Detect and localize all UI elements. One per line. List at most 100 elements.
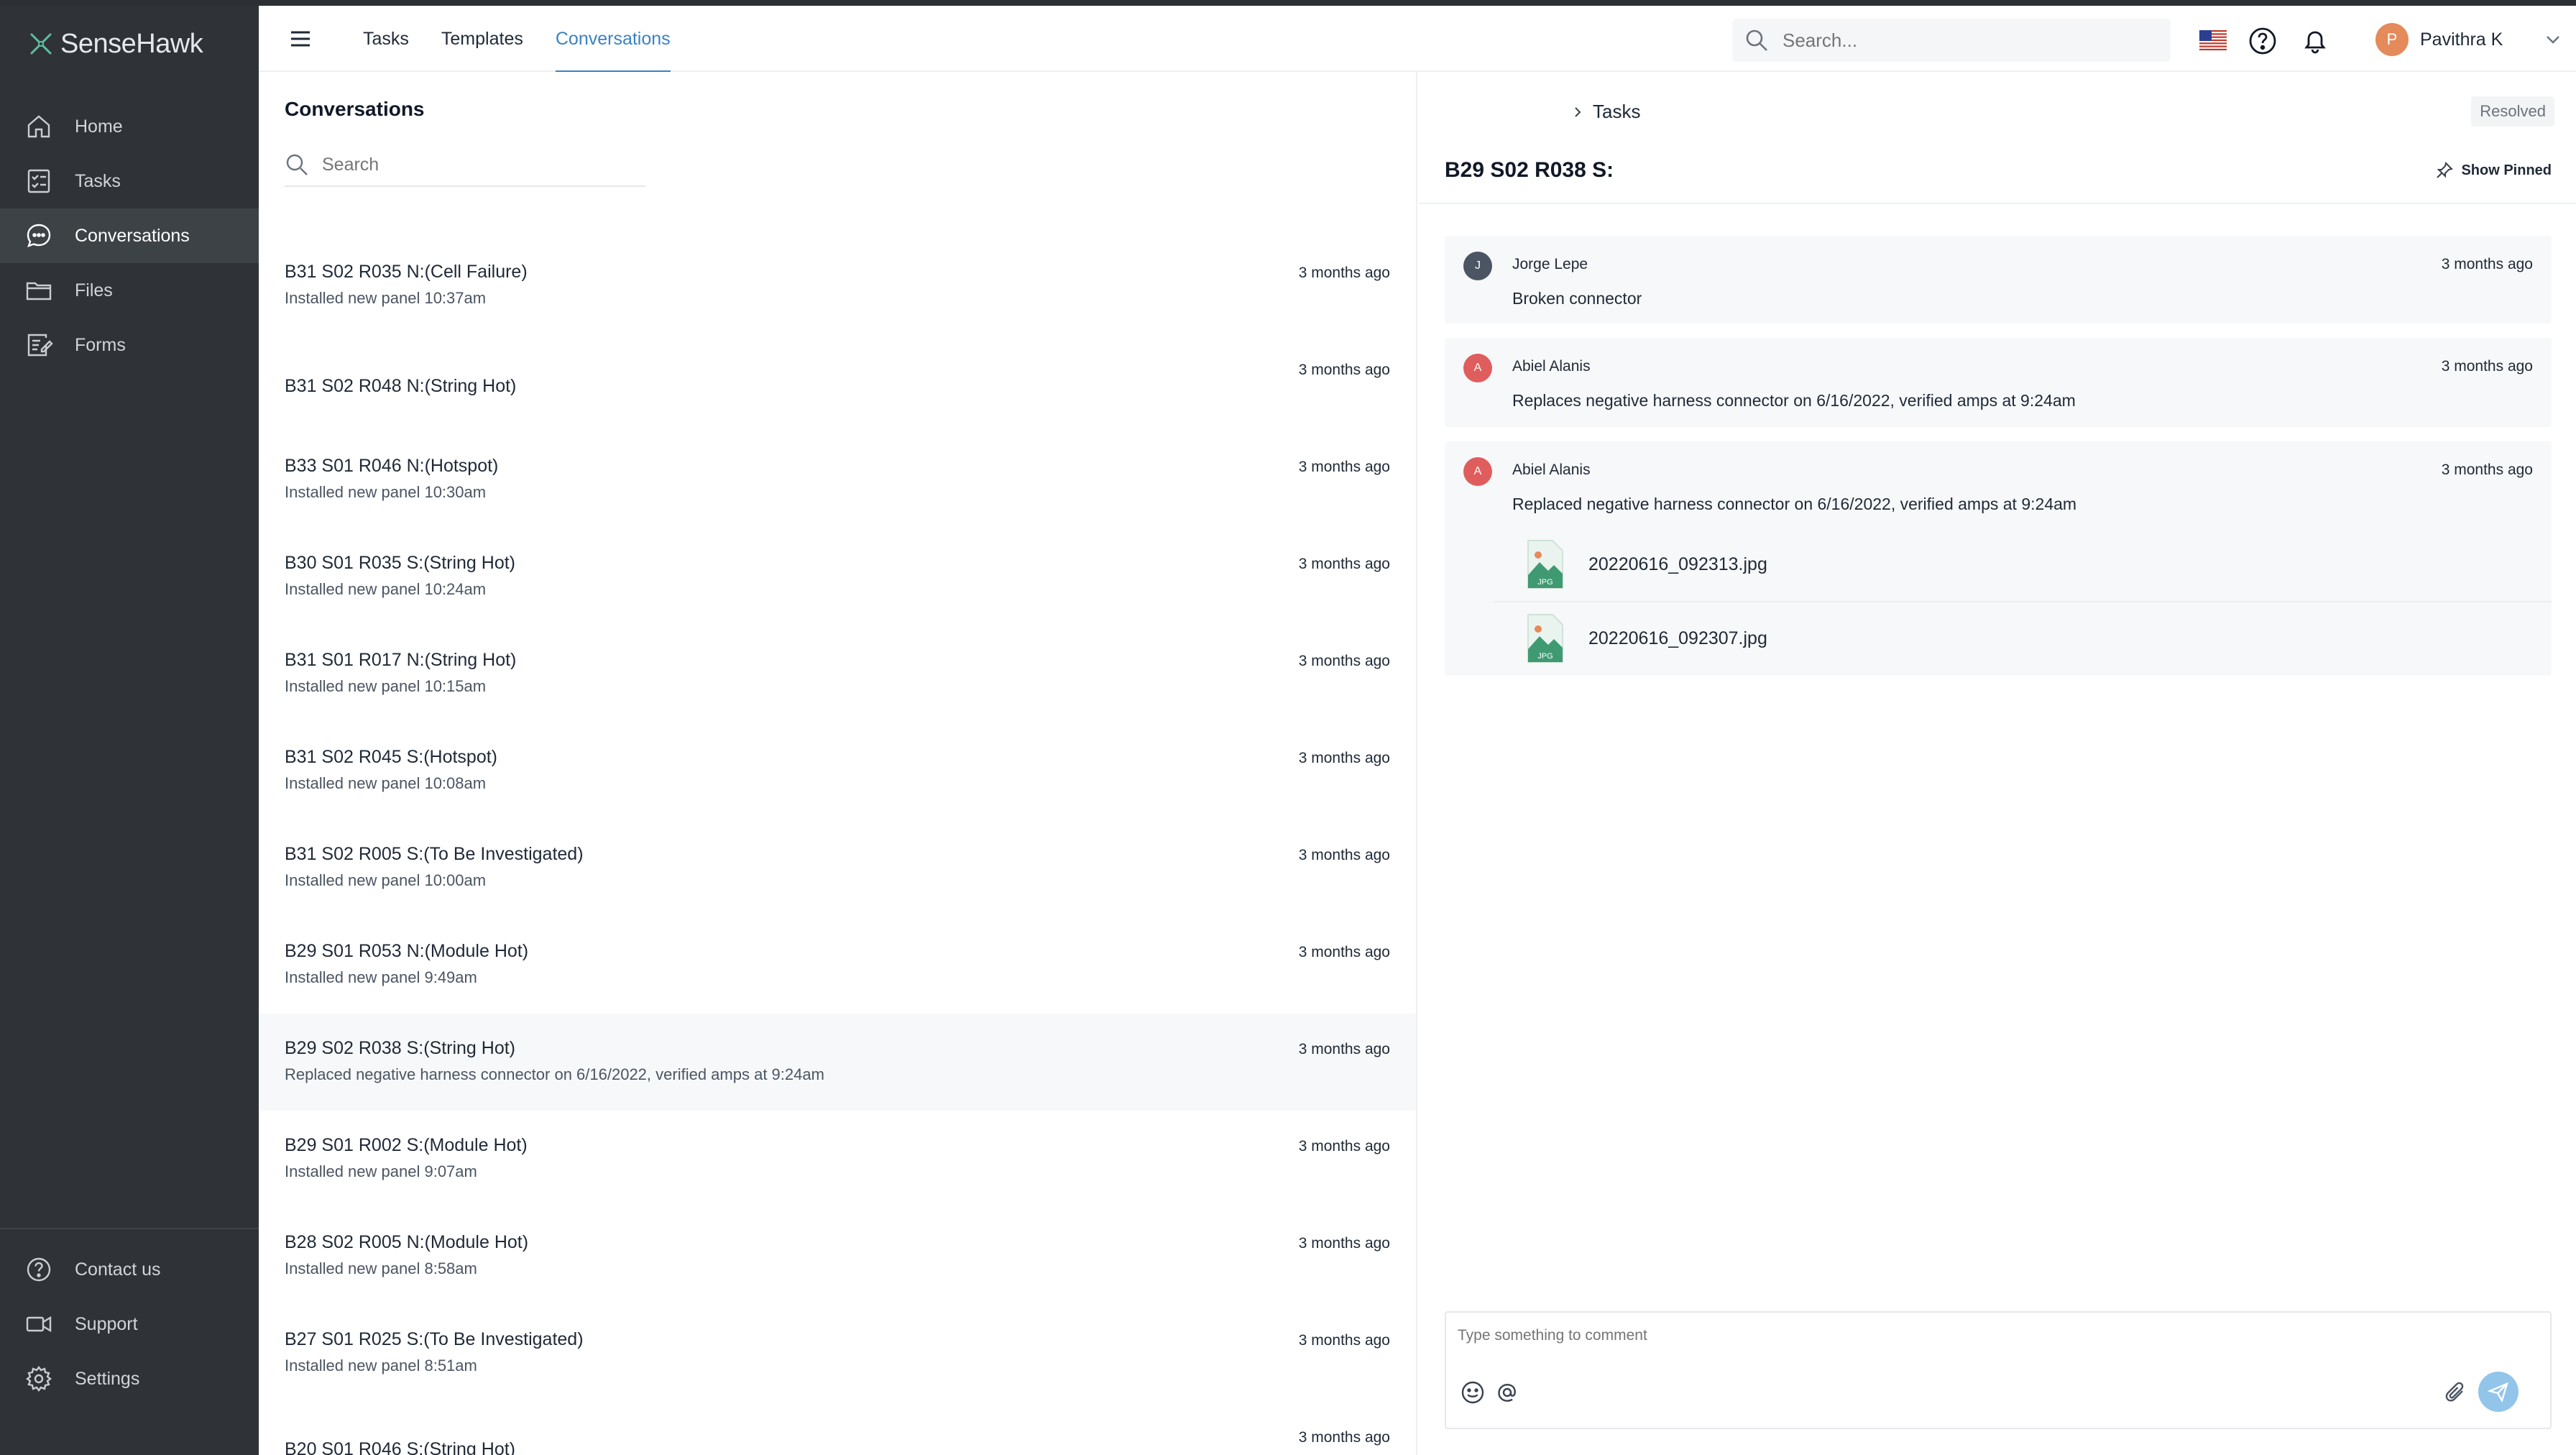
brand-name: SenseHawk: [60, 28, 203, 59]
attachment-item[interactable]: JPG 20220616_092307.jpg: [1494, 601, 2552, 674]
conversation-title: B31 S02 R045 S:(Hotspot): [285, 747, 497, 767]
sidebar-item-tasks[interactable]: Tasks: [0, 154, 259, 208]
status-badge: Resolved: [2471, 96, 2554, 127]
conversation-time: 3 months ago: [1298, 1138, 1390, 1155]
conversation-title: B29 S01 R053 N:(Module Hot): [285, 941, 529, 961]
list-item[interactable]: B29 S01 R053 N:(Module Hot) Installed ne…: [259, 917, 1416, 1014]
comment-input[interactable]: [1458, 1327, 2464, 1356]
comment-thread: J Jorge Lepe 3 months ago Broken connect…: [1445, 236, 2552, 690]
conversation-title: B31 S02 R035 N:(Cell Failure): [285, 262, 528, 282]
send-icon: [2488, 1382, 2508, 1403]
sidebar-item-label: Support: [75, 1313, 138, 1334]
sidebar: SenseHawk Home Tasks Conversations Files: [0, 6, 259, 1455]
sidebar-item-home[interactable]: Home: [0, 99, 259, 154]
conversation-preview: Installed new panel 10:37am: [285, 289, 487, 307]
window-top-strip: [0, 0, 2576, 6]
conversation-title: B31 S02 R005 S:(To Be Investigated): [285, 844, 584, 864]
search-icon: [286, 154, 308, 175]
hamburger-menu-icon[interactable]: [286, 24, 315, 53]
list-item[interactable]: B31 S02 R005 S:(To Be Investigated) Inst…: [259, 820, 1416, 917]
us-flag-icon[interactable]: [2199, 30, 2227, 50]
tab-tasks[interactable]: Tasks: [363, 6, 409, 72]
svg-text:JPG: JPG: [1537, 652, 1552, 661]
tab-templates[interactable]: Templates: [441, 6, 523, 72]
conversation-time: 3 months ago: [1298, 1041, 1390, 1057]
conversation-list-pane: Conversations B31 S02 R035 N:(Cell Failu…: [259, 72, 1417, 1455]
list-item[interactable]: B30 S01 R035 S:(String Hot) Installed ne…: [259, 528, 1416, 625]
page-title: B29 S02 R038 S:: [1445, 158, 1614, 182]
avatar: P: [2375, 23, 2409, 56]
sidebar-item-support[interactable]: Support: [0, 1297, 259, 1351]
paperclip-icon[interactable]: [2442, 1379, 2470, 1406]
jpg-file-icon: JPG: [1527, 614, 1563, 663]
sidebar-item-contact-us[interactable]: Contact us: [0, 1242, 259, 1297]
conversation-time: 3 months ago: [1298, 750, 1390, 766]
sidebar-nav: Home Tasks Conversations Files Forms: [0, 99, 259, 372]
pin-icon: [2437, 162, 2454, 178]
comment-composer: [1445, 1311, 2552, 1429]
sidebar-item-label: Tasks: [75, 170, 121, 191]
list-item[interactable]: B28 S02 R005 N:(Module Hot) Installed ne…: [259, 1208, 1416, 1305]
jpg-file-icon: JPG: [1527, 540, 1563, 589]
conversation-title: B20 S01 R046 S:(String Hot): [285, 1439, 515, 1455]
breadcrumb-tasks: Tasks: [1593, 101, 1641, 122]
sidebar-item-files[interactable]: Files: [0, 263, 259, 318]
conversation-preview: Installed new panel 9:07am: [285, 1162, 477, 1180]
list-item[interactable]: B31 S02 R045 S:(Hotspot) Installed new p…: [259, 722, 1416, 820]
tab-conversations[interactable]: Conversations: [555, 6, 671, 73]
conversation-time: 3 months ago: [1298, 944, 1390, 960]
conversation-time: 3 months ago: [1298, 265, 1390, 281]
list-item[interactable]: B20 S01 R046 S:(String Hot) 3 months ago: [259, 1402, 1416, 1455]
folder-icon: [26, 282, 52, 300]
global-search: [1732, 19, 2171, 62]
comment-author: Abiel Alanis: [1512, 462, 1591, 478]
sidebar-bottom-nav: Contact us Support Settings: [0, 1242, 259, 1406]
chevron-right-icon: [1575, 106, 1581, 117]
sidebar-item-settings[interactable]: Settings: [0, 1351, 259, 1406]
comment-text: Replaces negative harness connector on 6…: [1512, 391, 2076, 410]
attachment-name: 20220616_092307.jpg: [1588, 628, 1767, 648]
header-tabs: Tasks Templates Conversations: [363, 6, 671, 73]
breadcrumb[interactable]: Tasks: [1570, 101, 1640, 123]
user-menu[interactable]: P Pavithra K: [2375, 23, 2563, 56]
help-icon[interactable]: [2248, 26, 2278, 56]
conversation-title: B31 S02 R048 N:(String Hot): [285, 376, 517, 396]
sensehawk-logo-icon: [30, 33, 52, 55]
emoji-icon[interactable]: [1459, 1379, 1486, 1406]
sidebar-item-conversations[interactable]: Conversations: [0, 208, 259, 263]
conversation-preview: Installed new panel 10:00am: [285, 871, 487, 889]
list-item[interactable]: B29 S01 R002 S:(Module Hot) Installed ne…: [259, 1111, 1416, 1208]
list-item[interactable]: B31 S01 R017 N:(String Hot) Installed ne…: [259, 625, 1416, 722]
mention-icon[interactable]: [1494, 1379, 1521, 1406]
conversation-time: 3 months ago: [1298, 847, 1390, 863]
attachment-item[interactable]: JPG 20220616_092313.jpg: [1494, 528, 2552, 601]
conversation-detail-pane: Tasks Resolved B29 S02 R038 S: Show Pinn…: [1419, 72, 2576, 1455]
list-item[interactable]: B31 S02 R035 N:(Cell Failure) Installed …: [259, 237, 1416, 334]
help-circle-icon: [27, 1257, 51, 1282]
brand-logo[interactable]: SenseHawk: [29, 26, 203, 62]
global-search-input[interactable]: [1782, 29, 2142, 52]
conversation-preview: Installed new panel 8:51am: [285, 1357, 477, 1374]
conversation-search-input[interactable]: [322, 154, 610, 175]
list-item[interactable]: B31 S02 R048 N:(String Hot) 3 months ago: [259, 334, 1416, 431]
list-item[interactable]: B33 S01 R046 N:(Hotspot) Installed new p…: [259, 431, 1416, 528]
bell-icon[interactable]: [2300, 26, 2330, 56]
comment-author: Jorge Lepe: [1512, 256, 1588, 272]
list-item[interactable]: B27 S01 R025 S:(To Be Investigated) Inst…: [259, 1305, 1416, 1402]
comment: A Abiel Alanis 3 months ago Replaced neg…: [1445, 441, 2552, 676]
home-icon: [27, 115, 50, 138]
conversation-preview: Replaced negative harness connector on 6…: [285, 1065, 824, 1083]
send-button[interactable]: [2478, 1372, 2518, 1412]
show-pinned-label: Show Pinned: [2461, 162, 2552, 178]
attachment-name: 20220616_092313.jpg: [1588, 554, 1767, 574]
user-name: Pavithra K: [2420, 29, 2503, 50]
conversation-time: 3 months ago: [1298, 1235, 1390, 1252]
conversation-title: B29 S01 R002 S:(Module Hot): [285, 1135, 528, 1155]
list-title: Conversations: [285, 98, 425, 120]
conversation-preview: Installed new panel 9:49am: [285, 968, 477, 986]
sidebar-item-forms[interactable]: Forms: [0, 318, 259, 372]
conversation-preview: Installed new panel 8:58am: [285, 1259, 477, 1277]
list-item-selected[interactable]: B29 S02 R038 S:(String Hot) Replaced neg…: [259, 1014, 1416, 1111]
show-pinned-button[interactable]: Show Pinned: [2435, 161, 2552, 180]
sidebar-item-label: Files: [75, 280, 113, 300]
